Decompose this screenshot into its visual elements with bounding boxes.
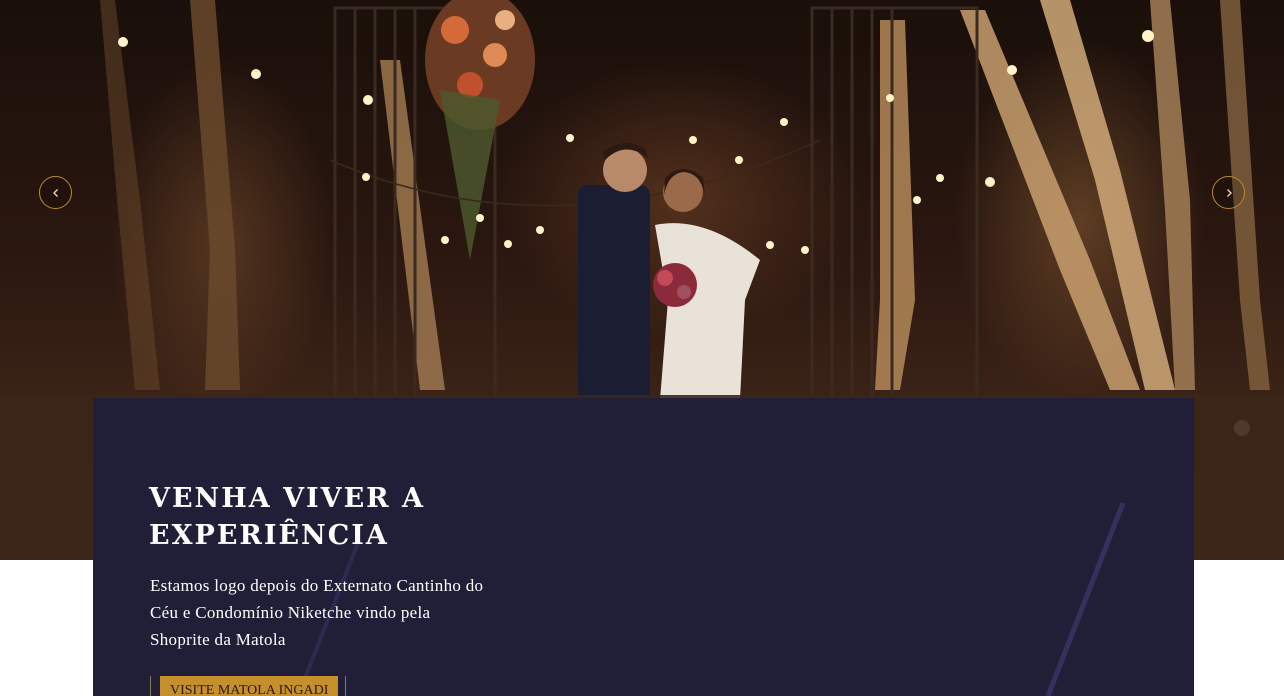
slider-prev-button[interactable] xyxy=(39,176,72,209)
slider-next-button[interactable] xyxy=(1212,176,1245,209)
chevron-left-icon xyxy=(52,188,58,197)
panel-description: Estamos logo depois do Externato Cantinh… xyxy=(150,576,484,649)
panel-title: Venha viver a experiência xyxy=(149,483,425,551)
experience-panel: Venha viver a experiência Estamos logo d… xyxy=(93,398,1194,696)
cta-frame: Visite Matola Ingadi xyxy=(150,676,346,696)
visit-matola-button[interactable]: Visite Matola Ingadi xyxy=(160,676,339,696)
chevron-right-icon xyxy=(1226,188,1232,197)
